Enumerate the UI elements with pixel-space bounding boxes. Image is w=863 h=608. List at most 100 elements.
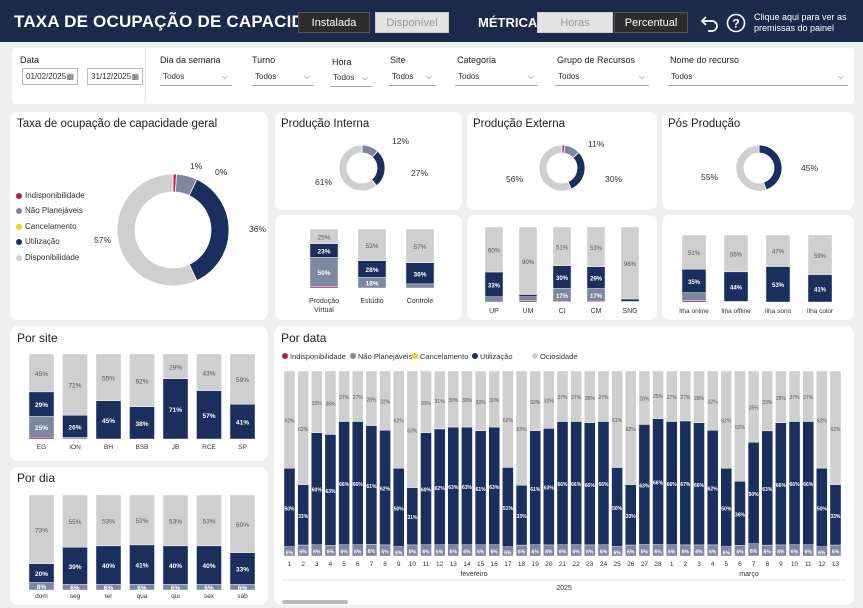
data-label: 60% xyxy=(488,249,501,255)
data-label: 61% xyxy=(530,487,541,493)
toggle-instalada[interactable]: Instalada xyxy=(298,12,370,33)
card-interna-bars: 50% 23% 25% Produção Virtual 18% 28% 53% Estúdio… xyxy=(275,215,462,320)
donut-label: 45% xyxy=(801,163,818,173)
category-label: 25 xyxy=(613,561,621,568)
donut-label: 56% xyxy=(506,174,523,184)
toggle-percentual[interactable]: Percentual xyxy=(614,12,688,33)
dropdown-value: Todos xyxy=(458,72,480,81)
data-label: 57% xyxy=(202,413,215,420)
category-label: Ilha color xyxy=(807,308,834,315)
data-label: 32% xyxy=(708,400,719,406)
data-label: 53% xyxy=(590,246,603,252)
data-label: 6% xyxy=(450,549,458,555)
data-label: 40% xyxy=(102,563,115,570)
data-label: 41% xyxy=(236,420,249,427)
data-label: 28% xyxy=(585,396,596,402)
data-label: 6% xyxy=(70,585,80,592)
category-label: BH xyxy=(104,444,113,451)
help-text-link[interactable]: Clique aqui para ver as premissas do pai… xyxy=(754,12,854,34)
category-label: 28 xyxy=(654,561,662,568)
toggle-horas[interactable]: Horas xyxy=(537,12,613,33)
bar-segment[interactable] xyxy=(620,298,640,302)
donut-label: 11% xyxy=(588,139,605,149)
data-label: 6% xyxy=(695,549,703,555)
data-label: 6% xyxy=(736,550,744,556)
category-label: 23 xyxy=(586,561,594,568)
bar-segment[interactable] xyxy=(484,296,504,303)
bar-segment[interactable] xyxy=(681,300,707,303)
slice-utilização[interactable] xyxy=(188,178,230,282)
bar-segment[interactable] xyxy=(28,437,55,440)
data-label: 6% xyxy=(300,550,308,556)
data-label: 53% xyxy=(169,518,182,525)
donut-interna: 12% 27% 61% xyxy=(315,136,428,192)
filter-nome-recurso: Nome do recurso Todos ⌵ xyxy=(662,48,854,104)
data-label: 59% xyxy=(814,254,827,260)
bar-segment[interactable] xyxy=(681,292,707,301)
data-label: 66% xyxy=(557,482,568,488)
date-end-value: 31/12/2025 xyxy=(91,72,132,81)
toggle-disponivel[interactable]: Disponível xyxy=(375,12,449,33)
bars-data: Indisponibilidade Não Planejáveis Cancelam… xyxy=(282,352,846,592)
data-label: 62% xyxy=(735,425,746,431)
dia-semana-dropdown[interactable]: Todos ⌵ xyxy=(160,69,232,86)
data-label: 57% xyxy=(413,244,426,251)
category-label: 26 xyxy=(627,561,635,568)
category-label: 3 xyxy=(315,561,319,568)
slice-utilização[interactable] xyxy=(370,150,386,187)
data-label: 32% xyxy=(476,400,487,406)
turno-dropdown[interactable]: Todos ⌵ xyxy=(252,69,314,86)
category-label: RCE xyxy=(202,444,216,451)
dropdown-value: Todos xyxy=(671,72,693,81)
categoria-dropdown[interactable]: Todos ⌵ xyxy=(455,69,538,86)
data-label: 63% xyxy=(762,487,773,493)
data-label: 50% xyxy=(284,506,295,512)
data-label: 66% xyxy=(598,482,609,488)
card-por-dia: Por dia 8% 20% 73% dom 6% 39% 55% seg 6% 40% 53% te… xyxy=(10,467,268,605)
bar-segment[interactable] xyxy=(62,437,88,440)
calendar-icon[interactable]: ▦ xyxy=(66,69,74,85)
card-por-site: Por site 25% 29% 45% EG 26% 72% ION 45% 55% BH 38%… xyxy=(10,326,268,461)
data-label: 96% xyxy=(624,262,637,268)
slice-utilização[interactable] xyxy=(567,151,586,190)
bar-segment[interactable] xyxy=(518,300,538,303)
hora-dropdown[interactable]: Todos ⌵ xyxy=(330,70,372,87)
category-label: 9 xyxy=(779,561,783,568)
calendar-icon[interactable]: ▦ xyxy=(131,69,139,85)
date-start-input[interactable]: 01/02/2025 ▦ xyxy=(22,68,78,85)
data-label: 33% xyxy=(830,514,841,520)
data-label: 31% xyxy=(544,399,555,405)
bar-segment[interactable] xyxy=(518,296,538,301)
category-label: 11 xyxy=(805,561,812,568)
data-label: 55% xyxy=(102,375,115,382)
category-label: 4 xyxy=(711,561,715,568)
data-label: 36% xyxy=(735,512,746,518)
data-label: 30% xyxy=(556,276,569,282)
data-label: 63% xyxy=(325,489,336,495)
category-label: JB xyxy=(172,444,180,451)
bar-segment[interactable] xyxy=(518,294,538,297)
data-label: 27% xyxy=(557,395,568,401)
site-dropdown[interactable]: Todos ⌵ xyxy=(389,69,436,86)
data-label: 33% xyxy=(421,401,432,407)
nome-recurso-dropdown[interactable]: Todos ⌵ xyxy=(668,69,848,86)
data-label: 66% xyxy=(571,482,582,488)
card-pos-producao: Pós Produção 45% 55% xyxy=(662,112,854,210)
category-label: Controle xyxy=(407,298,434,305)
month-label: fevereiro xyxy=(460,571,487,578)
data-label: 6% xyxy=(641,549,649,555)
grupo-recursos-dropdown[interactable]: Todos ⌵ xyxy=(555,69,649,86)
data-label: 18% xyxy=(365,281,378,288)
data-label: 6% xyxy=(504,550,512,556)
help-icon[interactable]: ? xyxy=(726,13,746,33)
category-label: 3 xyxy=(697,561,701,568)
data-label: 31% xyxy=(407,515,418,521)
data-label: 63% xyxy=(462,485,473,491)
date-end-input[interactable]: 31/12/2025 ▦ xyxy=(87,68,143,85)
data-label: 47% xyxy=(772,250,785,256)
undo-icon[interactable] xyxy=(700,13,720,33)
horizontal-scrollbar[interactable] xyxy=(282,600,348,604)
bar-segment[interactable] xyxy=(405,283,435,289)
category-label: 1 xyxy=(288,561,292,568)
data-label: 6% xyxy=(668,549,676,555)
